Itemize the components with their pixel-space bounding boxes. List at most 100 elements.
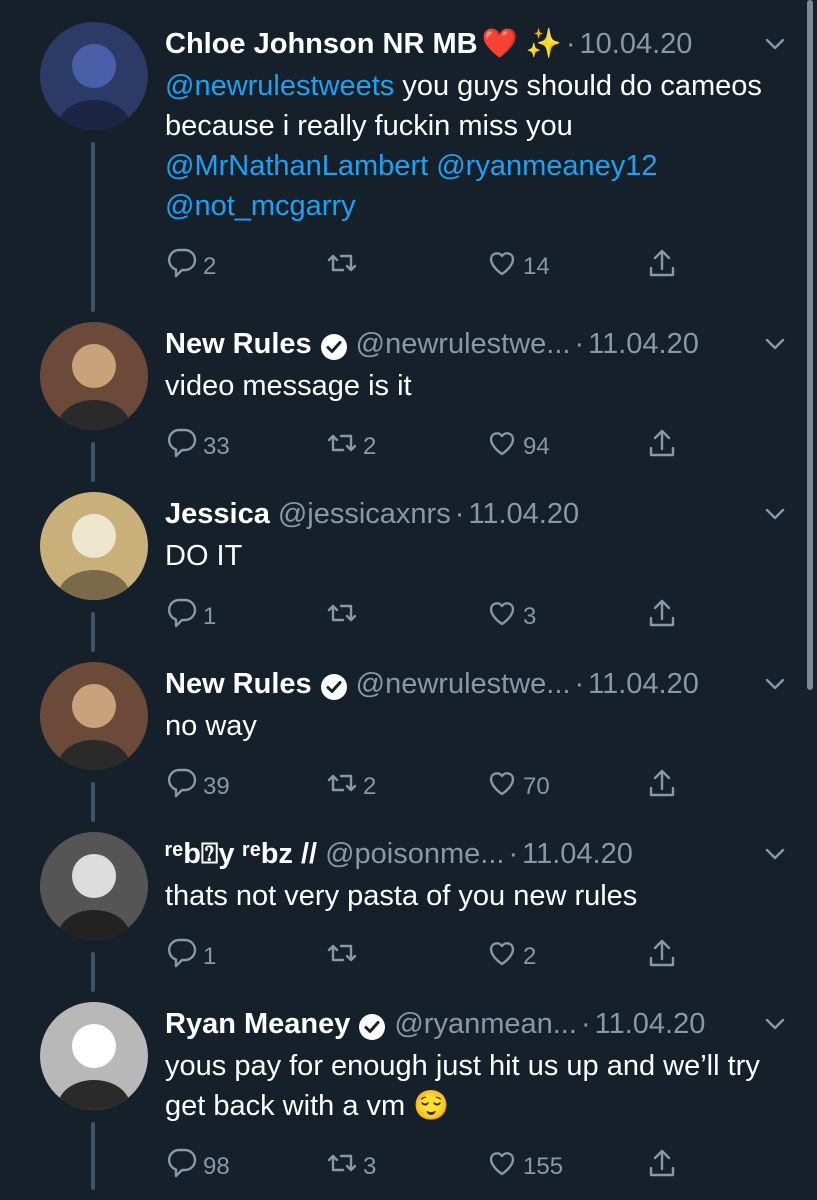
reply-button[interactable]: 98 (165, 1146, 230, 1187)
verified-badge-icon (320, 330, 348, 360)
like-button[interactable]: 14 (485, 246, 550, 287)
share-icon (645, 426, 683, 467)
tweet-actions: 2 14 (165, 246, 787, 286)
avatar[interactable] (40, 1002, 148, 1110)
retweet-icon (325, 426, 363, 467)
tweet-date[interactable]: 11.04.20 (468, 492, 579, 536)
reply-button[interactable]: 1 (165, 596, 216, 637)
reply-button[interactable]: 33 (165, 426, 230, 467)
retweet-icon (325, 246, 363, 287)
display-name[interactable]: New Rules (165, 322, 312, 366)
display-name[interactable]: ʳᵉb⍰y ʳᵉbz // (165, 832, 317, 876)
likes-count: 3 (523, 602, 537, 630)
mention-link[interactable]: @MrNathanLambert (165, 150, 428, 182)
thread-line (91, 612, 95, 652)
reply-button[interactable]: 39 (165, 766, 230, 807)
separator: · (508, 838, 519, 870)
separator: · (454, 498, 465, 530)
display-name[interactable]: New Rules (165, 662, 312, 706)
user-handle[interactable]: @ryanmean... (394, 1002, 577, 1046)
likes-count: 14 (523, 252, 550, 280)
user-handle[interactable]: @newrulestwe... (356, 662, 571, 706)
tweet-date[interactable]: 11.04.20 (595, 1002, 706, 1046)
avatar[interactable] (40, 22, 148, 130)
share-button[interactable] (645, 426, 683, 467)
tweet-header: Chloe Johnson NR MB ❤️ ✨ · 10.04.20 (165, 22, 787, 66)
retweets-count: 2 (363, 432, 377, 460)
display-name[interactable]: Jessica (165, 492, 270, 536)
likes-count: 94 (523, 432, 550, 460)
tweet-actions: 13 (165, 596, 787, 636)
retweet-button[interactable] (325, 596, 363, 637)
share-button[interactable] (645, 936, 683, 977)
replies-count: 39 (203, 772, 230, 800)
share-button[interactable] (645, 596, 683, 637)
retweets-count: 3 (363, 1152, 377, 1180)
avatar[interactable] (40, 662, 148, 770)
share-button[interactable] (645, 246, 683, 287)
avatar[interactable] (40, 322, 148, 430)
share-icon (645, 596, 683, 637)
tweet-date[interactable]: 11.04.20 (588, 662, 699, 706)
separator: · (565, 28, 576, 60)
user-handle[interactable]: @newrulestwe... (356, 322, 571, 366)
like-button[interactable]: 3 (485, 596, 536, 637)
like-button[interactable]: 70 (485, 766, 550, 807)
avatar[interactable] (40, 492, 148, 600)
share-button[interactable] (645, 1146, 683, 1187)
reply-button[interactable]: 1 (165, 936, 216, 977)
tweet-text: no way (165, 710, 257, 742)
scrollbar[interactable] (807, 0, 813, 690)
reply-button[interactable]: 2 (165, 246, 216, 287)
likes-count: 2 (523, 942, 537, 970)
display-name[interactable]: Ryan Meaney (165, 1002, 350, 1046)
replies-count: 1 (203, 602, 217, 630)
tweet-actions: 33 2 94 (165, 426, 787, 466)
chevron-down-icon[interactable] (763, 1012, 787, 1036)
chevron-down-icon[interactable] (763, 332, 787, 356)
tweet-text: yous pay for enough just hit us up and w… (165, 1050, 760, 1122)
retweet-icon (325, 936, 363, 977)
chevron-down-icon[interactable] (763, 32, 787, 56)
user-handle[interactable]: @poisonme... (325, 832, 504, 876)
display-name[interactable]: Chloe Johnson NR MB (165, 22, 478, 66)
chevron-down-icon[interactable] (763, 842, 787, 866)
separator: · (580, 1008, 591, 1040)
chevron-down-icon[interactable] (763, 502, 787, 526)
replies-count: 33 (203, 432, 230, 460)
verified-badge-icon (320, 670, 348, 700)
verified-badge-icon (358, 1010, 386, 1040)
share-button[interactable] (645, 766, 683, 807)
mention-link[interactable]: @newrulestweets (165, 70, 394, 102)
mention-link[interactable]: @not_mcgarry (165, 190, 356, 222)
tweet-date[interactable]: 11.04.20 (588, 322, 699, 366)
thread-line (91, 952, 95, 992)
mention-link[interactable]: @ryanmeaney12 (436, 150, 657, 182)
like-button[interactable]: 155 (485, 1146, 563, 1187)
tweet-actions: 39 2 70 (165, 766, 787, 806)
retweet-button[interactable]: 2 (325, 426, 376, 467)
separator: · (574, 328, 585, 360)
like-button[interactable]: 94 (485, 426, 550, 467)
name-emoji: ❤️ ✨ (481, 28, 562, 60)
likes-count: 70 (523, 772, 550, 800)
chevron-down-icon[interactable] (763, 672, 787, 696)
retweet-icon (325, 1146, 363, 1187)
reply-icon (165, 936, 203, 977)
retweet-button[interactable] (325, 936, 363, 977)
retweet-button[interactable]: 3 (325, 1146, 376, 1187)
share-icon (645, 766, 683, 807)
tweet-text: thats not very pasta of you new rules (165, 880, 638, 912)
thread-line (91, 782, 95, 822)
retweet-button[interactable]: 2 (325, 766, 376, 807)
share-icon (645, 246, 683, 287)
retweet-button[interactable] (325, 246, 363, 287)
avatar[interactable] (40, 832, 148, 940)
reply-icon (165, 246, 203, 287)
tweet-date[interactable]: 11.04.20 (522, 832, 633, 876)
tweet-date[interactable]: 10.04.20 (580, 22, 693, 66)
user-handle[interactable]: @jessicaxnrs (278, 492, 451, 536)
like-button[interactable]: 2 (485, 936, 536, 977)
tweet-header: Ryan Meaney @ryanmean... · 11.04.20 (165, 1002, 787, 1046)
thread-line (91, 1122, 95, 1190)
